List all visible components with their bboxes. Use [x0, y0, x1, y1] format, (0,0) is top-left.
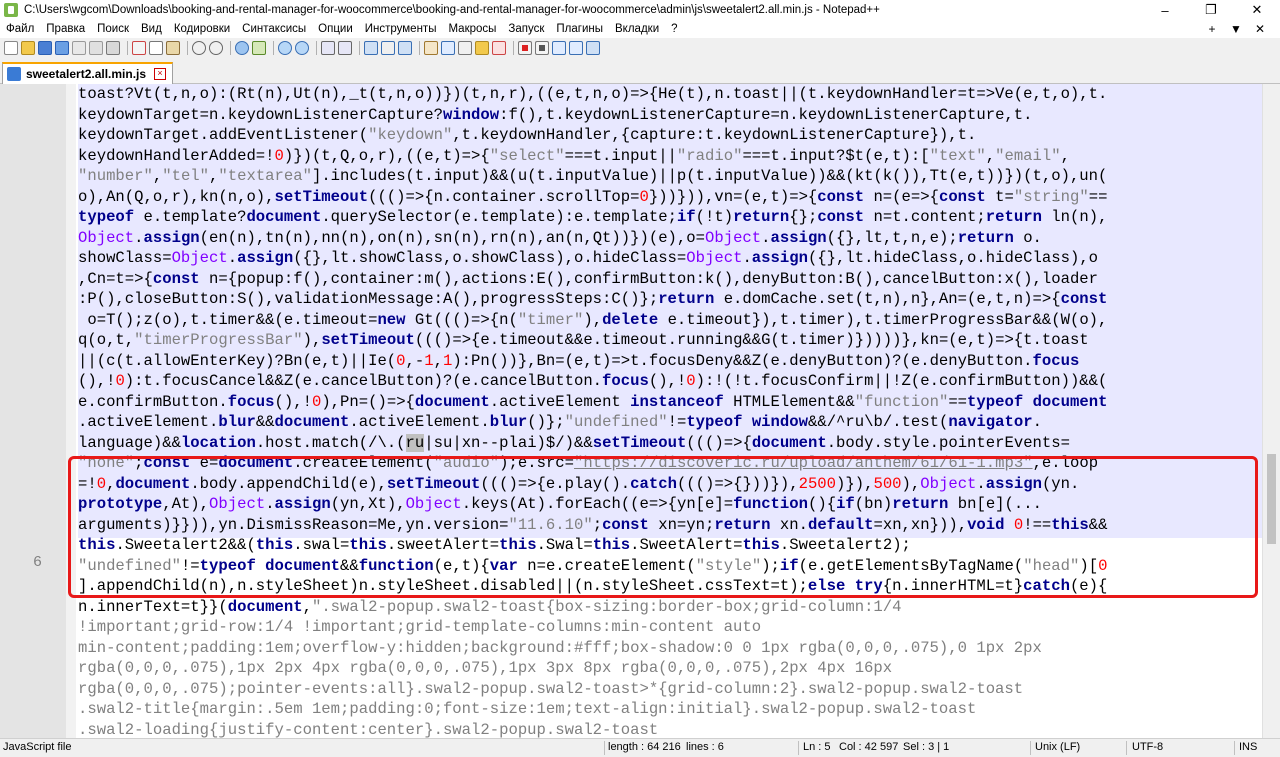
- func-list-icon[interactable]: [458, 41, 472, 55]
- toolbar-separator: [230, 41, 231, 55]
- saved-file-icon: [7, 67, 21, 81]
- close-all-icon[interactable]: [89, 41, 103, 55]
- toolbar: [0, 38, 1280, 58]
- status-encoding: UTF-8: [1132, 741, 1164, 753]
- scrollbar-thumb[interactable]: [1267, 454, 1276, 544]
- stop-icon[interactable]: [535, 41, 549, 55]
- line-number: 6: [32, 554, 42, 571]
- replace-icon[interactable]: [252, 41, 266, 55]
- wrap-icon[interactable]: [364, 41, 378, 55]
- status-separator: [1234, 741, 1235, 755]
- new-tab-button[interactable]: +: [1200, 20, 1224, 38]
- toolbar-separator: [273, 41, 274, 55]
- toolbar-separator: [419, 41, 420, 55]
- sync-h-icon[interactable]: [338, 41, 352, 55]
- status-ins: INS: [1239, 741, 1258, 753]
- minimize-button[interactable]: –: [1142, 0, 1188, 20]
- open-file-icon[interactable]: [21, 41, 35, 55]
- zoom-out-icon[interactable]: [295, 41, 309, 55]
- save-icon[interactable]: [38, 41, 52, 55]
- status-eol: Unix (LF): [1035, 741, 1081, 753]
- window-controls: – ❐ ✕: [1142, 0, 1280, 20]
- status-separator: [1126, 741, 1127, 755]
- monitor-icon[interactable]: [492, 41, 506, 55]
- record-icon[interactable]: [518, 41, 532, 55]
- status-ln: Ln : 5: [803, 741, 831, 753]
- status-separator: [1030, 741, 1031, 755]
- play-multi-icon[interactable]: [569, 41, 583, 55]
- status-lines: lines : 6: [686, 741, 724, 753]
- menu-view[interactable]: Вид: [135, 23, 168, 35]
- vertical-scrollbar[interactable]: [1262, 84, 1280, 738]
- annotation-highlight-box: [68, 456, 1258, 598]
- menu-language[interactable]: Синтаксисы: [236, 23, 312, 35]
- redo-icon[interactable]: [209, 41, 223, 55]
- cut-icon[interactable]: [132, 41, 146, 55]
- fold-margin[interactable]: [66, 84, 76, 738]
- selected-text: ru: [405, 433, 425, 452]
- window-title: C:\Users\wgcom\Downloads\booking-and-ren…: [24, 4, 880, 16]
- menu-settings[interactable]: Опции: [312, 23, 359, 35]
- menu-bar: Файл Правка Поиск Вид Кодировки Синтакси…: [0, 20, 1280, 38]
- toolbar-separator: [127, 41, 128, 55]
- menu-window[interactable]: Вкладки: [609, 23, 665, 35]
- menubar-right-controls: + ▼ ✕: [1200, 20, 1272, 38]
- status-separator: [798, 741, 799, 755]
- zoom-in-icon[interactable]: [278, 41, 292, 55]
- editor[interactable]: 6 toast?Vt(t,n,o):(Rt(n),Ut(n),_t(t,n,o)…: [0, 84, 1280, 738]
- toolbar-separator: [316, 41, 317, 55]
- menu-edit[interactable]: Правка: [40, 23, 91, 35]
- tab-close-icon[interactable]: ×: [154, 68, 167, 80]
- notepadpp-logo-icon: [4, 3, 18, 17]
- menu-search[interactable]: Поиск: [91, 23, 135, 35]
- play-icon[interactable]: [552, 41, 566, 55]
- sync-v-icon[interactable]: [321, 41, 335, 55]
- toolbar-separator: [513, 41, 514, 55]
- copy-icon[interactable]: [149, 41, 163, 55]
- restore-button[interactable]: ❐: [1188, 0, 1234, 20]
- close-window-button[interactable]: ✕: [1234, 0, 1280, 20]
- menu-plugins[interactable]: Плагины: [550, 23, 609, 35]
- tab-label: sweetalert2.all.min.js: [26, 67, 147, 81]
- indent-guide-icon[interactable]: [398, 41, 412, 55]
- toolbar-separator: [359, 41, 360, 55]
- save-all-icon[interactable]: [55, 41, 69, 55]
- menu-file[interactable]: Файл: [0, 23, 40, 35]
- status-col: Col : 42 597: [839, 741, 899, 753]
- status-separator: [604, 741, 605, 755]
- udl-icon[interactable]: [424, 41, 438, 55]
- find-icon[interactable]: [235, 41, 249, 55]
- paste-icon[interactable]: [166, 41, 180, 55]
- save-macro-icon[interactable]: [586, 41, 600, 55]
- undo-icon[interactable]: [192, 41, 206, 55]
- menu-help[interactable]: ?: [665, 23, 683, 35]
- status-bar: JavaScript file length : 64 216 lines : …: [0, 738, 1280, 757]
- code-area[interactable]: toast?Vt(t,n,o):(Rt(n),Ut(n),_t(t,n,o))}…: [78, 84, 1262, 738]
- tab-list-button[interactable]: ▼: [1224, 20, 1248, 38]
- all-chars-icon[interactable]: [381, 41, 395, 55]
- print-icon[interactable]: [106, 41, 120, 55]
- line-number-gutter: 6: [0, 84, 66, 738]
- close-icon[interactable]: [72, 41, 86, 55]
- doc-map-icon[interactable]: [441, 41, 455, 55]
- title-bar: C:\Users\wgcom\Downloads\booking-and-ren…: [0, 0, 1280, 20]
- folder-workspace-icon[interactable]: [475, 41, 489, 55]
- new-file-icon[interactable]: [4, 41, 18, 55]
- toolbar-separator: [187, 41, 188, 55]
- menu-encoding[interactable]: Кодировки: [168, 23, 236, 35]
- status-sel: Sel : 3 | 1: [903, 741, 950, 753]
- status-length: length : 64 216: [608, 741, 681, 753]
- menu-tools[interactable]: Инструменты: [359, 23, 443, 35]
- tab-bar: sweetalert2.all.min.js ×: [0, 58, 1280, 84]
- menu-macro[interactable]: Макросы: [442, 23, 502, 35]
- status-file-type: JavaScript file: [3, 741, 72, 753]
- close-doc-button[interactable]: ✕: [1248, 20, 1272, 38]
- tab-sweetalert2[interactable]: sweetalert2.all.min.js ×: [2, 62, 174, 84]
- menu-run[interactable]: Запуск: [502, 23, 550, 35]
- code-text[interactable]: toast?Vt(t,n,o):(Rt(n),Ut(n),_t(t,n,o))}…: [78, 84, 1107, 738]
